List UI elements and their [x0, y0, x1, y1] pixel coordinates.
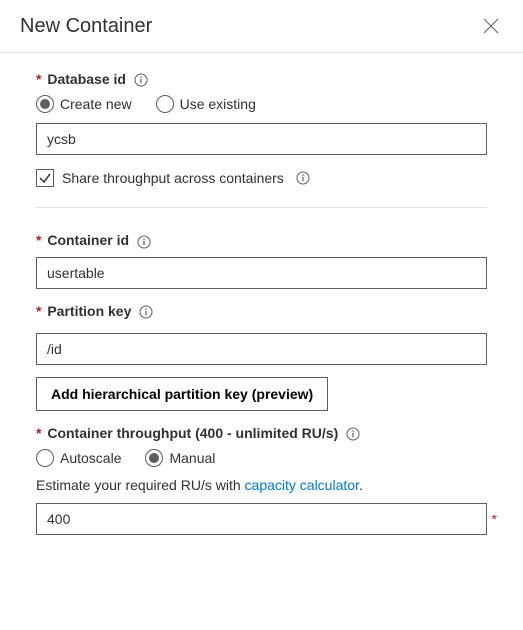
radio-input[interactable]	[145, 449, 163, 467]
radio-create-new[interactable]: Create new	[36, 95, 132, 113]
partition-key-input[interactable]	[36, 333, 487, 365]
close-icon[interactable]	[479, 14, 503, 38]
required-marker: *	[36, 425, 41, 441]
radio-use-existing[interactable]: Use existing	[156, 95, 256, 113]
throughput-input[interactable]	[36, 503, 487, 535]
section-divider	[36, 207, 487, 208]
estimate-prefix: Estimate your required RU/s with	[36, 477, 245, 493]
estimate-text: Estimate your required RU/s with capacit…	[36, 477, 487, 493]
radio-label: Manual	[169, 450, 215, 466]
radio-input[interactable]	[36, 449, 54, 467]
database-id-label: * Database id	[36, 71, 487, 87]
partition-key-field: * Partition key Add hierarchical partiti…	[36, 303, 487, 411]
add-hierarchical-key-button[interactable]: Add hierarchical partition key (preview)	[36, 377, 328, 411]
radio-input[interactable]	[156, 95, 174, 113]
share-throughput-checkbox[interactable]	[36, 169, 54, 187]
info-icon[interactable]	[137, 235, 151, 249]
database-id-label-text: Database id	[47, 71, 126, 87]
database-mode-radio-group: Create new Use existing	[36, 95, 487, 113]
required-marker: *	[36, 71, 41, 87]
info-icon[interactable]	[139, 305, 153, 319]
container-id-label-text: Container id	[47, 232, 129, 248]
info-icon[interactable]	[134, 73, 148, 87]
throughput-mode-radio-group: Autoscale Manual	[36, 449, 487, 467]
panel-title: New Container	[20, 15, 152, 38]
partition-key-label-text: Partition key	[47, 303, 131, 319]
radio-autoscale[interactable]: Autoscale	[36, 449, 121, 467]
required-marker: *	[36, 232, 41, 248]
new-container-panel: New Container * Database id Create new	[0, 0, 523, 630]
radio-label: Create new	[60, 96, 132, 112]
radio-label: Use existing	[180, 96, 256, 112]
share-throughput-label: Share throughput across containers	[62, 170, 284, 186]
info-icon[interactable]	[346, 427, 360, 441]
container-id-label: * Container id	[36, 232, 487, 248]
radio-manual[interactable]: Manual	[145, 449, 215, 467]
database-id-input[interactable]	[36, 123, 487, 155]
panel-body: * Database id Create new Use existing	[0, 53, 523, 535]
panel-header: New Container	[0, 0, 523, 53]
container-id-input[interactable]	[36, 257, 487, 289]
capacity-calculator-link[interactable]: capacity calculator	[245, 477, 359, 493]
share-throughput-row[interactable]: Share throughput across containers	[36, 169, 487, 187]
radio-input[interactable]	[36, 95, 54, 113]
container-id-field: * Container id	[36, 232, 487, 288]
throughput-label: * Container throughput (400 - unlimited …	[36, 425, 487, 441]
throughput-field: * Container throughput (400 - unlimited …	[36, 425, 487, 535]
radio-label: Autoscale	[60, 450, 121, 466]
throughput-label-text: Container throughput (400 - unlimited RU…	[47, 425, 338, 441]
required-marker: *	[492, 511, 497, 527]
estimate-suffix: .	[359, 477, 363, 493]
required-marker: *	[36, 303, 41, 319]
info-icon[interactable]	[296, 171, 310, 185]
partition-key-label: * Partition key	[36, 303, 487, 319]
throughput-input-wrap: *	[36, 503, 487, 535]
database-id-field: * Database id Create new Use existing	[36, 71, 487, 187]
